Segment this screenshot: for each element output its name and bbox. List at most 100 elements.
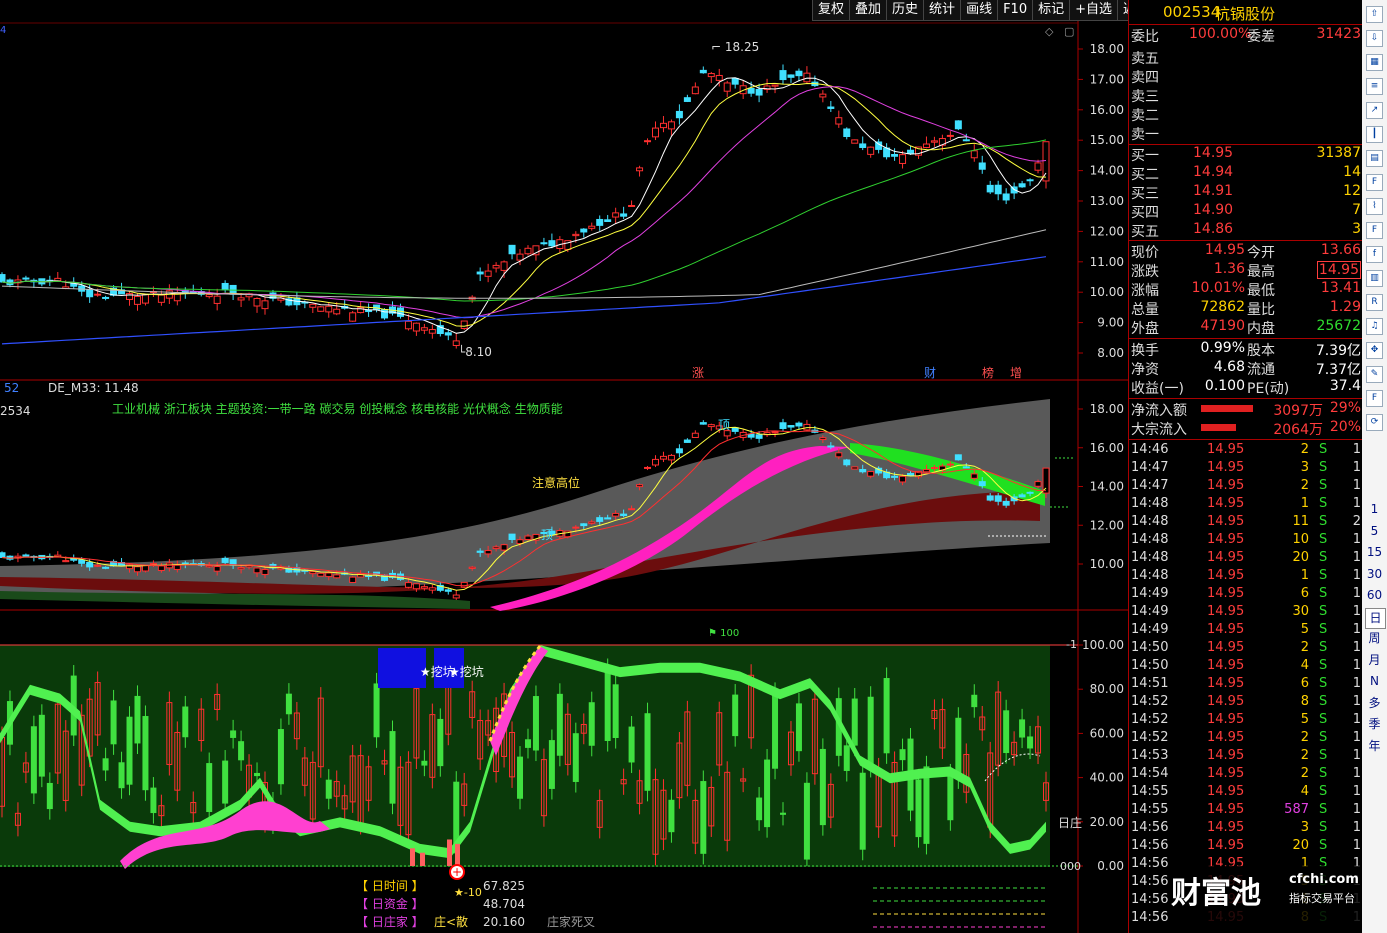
event-mark: 榜: [982, 365, 994, 380]
candle-body: [333, 308, 341, 315]
candle2-body: [867, 471, 875, 477]
toolbar-2-button[interactable]: 历史: [886, 0, 924, 21]
candle2-body: [412, 583, 420, 590]
chart-icon[interactable]: ⌇: [1366, 198, 1383, 215]
note-high-label: 注意高位: [532, 475, 580, 490]
tick-row: 14:48 14.95 1 S 1: [1129, 495, 1363, 513]
candle-body: [755, 88, 763, 96]
osc-body: [756, 797, 763, 821]
period-7-button[interactable]: 月: [1365, 651, 1384, 670]
tick-volume: 6: [1300, 586, 1309, 601]
period-0-button[interactable]: 1: [1365, 500, 1384, 519]
period-2-button[interactable]: 15: [1365, 543, 1384, 562]
bars-icon[interactable]: ▥: [1366, 270, 1383, 287]
tick-price: 14.95: [1207, 820, 1245, 835]
candle2-body: [349, 576, 357, 583]
period-9-button[interactable]: 多: [1365, 694, 1384, 713]
period-6-button[interactable]: 周: [1365, 629, 1384, 648]
osc-body: [947, 774, 954, 821]
candle2-body: [141, 565, 149, 572]
candle-body: [404, 320, 412, 330]
list-icon[interactable]: ≡: [1366, 78, 1383, 95]
indicator2-code: 2534: [0, 404, 31, 418]
osc-body: [1003, 710, 1010, 754]
f10-icon[interactable]: F: [1366, 174, 1383, 191]
tick-time: 14:48: [1131, 550, 1169, 565]
toolbar-3-button[interactable]: 统计: [923, 0, 961, 21]
tick-row: 14:48 14.95 11 S 2: [1129, 513, 1363, 531]
toolbar-1-button[interactable]: 叠加: [849, 0, 887, 21]
doc-icon[interactable]: ▤: [1366, 150, 1383, 167]
period-5-button[interactable]: 日: [1365, 607, 1386, 629]
bell-icon[interactable]: ♫: [1366, 318, 1383, 335]
period-4-button[interactable]: 60: [1365, 586, 1384, 605]
tick-count: 2: [1352, 514, 1361, 529]
toolbar-4-button[interactable]: 画线: [960, 0, 998, 21]
toolbar-6-button[interactable]: 标记: [1032, 0, 1070, 21]
y-axis-label: 0.00: [1097, 859, 1124, 873]
candle-body: [819, 93, 827, 98]
down-arrow-icon[interactable]: ⇩: [1366, 30, 1383, 47]
candle2-body: [452, 594, 460, 599]
small-bar: [447, 839, 452, 866]
toolbar-7-button[interactable]: +自选: [1069, 0, 1118, 21]
tick-count: 1: [1352, 784, 1361, 799]
line-chart-icon[interactable]: ↗: [1366, 102, 1383, 119]
flow-row: 大宗流入 2064万 20%: [1129, 419, 1363, 438]
candle-body: [771, 84, 779, 87]
fo-icon[interactable]: f: [1366, 246, 1383, 263]
candle2-body: [930, 467, 938, 470]
tick-row: 14:50 14.95 4 S 1: [1129, 657, 1363, 675]
weibi-value: 100.00%: [1189, 26, 1252, 42]
tick-side: S: [1319, 586, 1328, 601]
period-11-button[interactable]: 年: [1365, 737, 1384, 756]
stat-label: 涨跌: [1131, 264, 1159, 280]
period-1-button[interactable]: 5: [1365, 522, 1384, 541]
up-arrow-icon[interactable]: ⇧: [1366, 6, 1383, 23]
f5-icon[interactable]: F: [1366, 390, 1383, 407]
candle2-body: [827, 445, 835, 448]
price-pane[interactable]: [0, 21, 1078, 379]
tick-side: S: [1319, 676, 1328, 691]
candle-body: [651, 127, 659, 138]
top-label: 顶: [718, 418, 730, 432]
chart-area[interactable]: 4 ◇ ▢ 18.00 17.00 16.00 15.00 14.00 13.00 12.00 11…: [0, 21, 1128, 933]
tick-volume: 3: [1300, 820, 1309, 835]
period-3-button[interactable]: 30: [1365, 565, 1384, 584]
candle-icon[interactable]: ┃: [1366, 126, 1383, 143]
candle-body: [922, 143, 930, 149]
grid-icon[interactable]: ▦: [1366, 54, 1383, 71]
refresh-icon[interactable]: ⟳: [1366, 414, 1383, 431]
buy-price: 14.94: [1193, 164, 1234, 180]
period-8-button[interactable]: N: [1365, 672, 1384, 691]
flow-value: 3097万: [1273, 403, 1323, 419]
pencil-icon[interactable]: ✎: [1366, 366, 1383, 383]
move-icon[interactable]: ✥: [1366, 342, 1383, 359]
osc-body: [883, 678, 890, 754]
candle2-body: [835, 452, 843, 458]
tick-row: 14:47 14.95 3 S 1: [1129, 459, 1363, 477]
candle-body: [930, 140, 938, 143]
fiz-icon[interactable]: F: [1366, 222, 1383, 239]
chart-canvas[interactable]: 4 ◇ ▢ 18.00 17.00 16.00 15.00 14.00 13.00 12.00 11…: [0, 21, 1128, 933]
indicator3-top-tick: -1: [1066, 638, 1077, 651]
candle2-body: [500, 544, 508, 551]
candle2-body: [978, 481, 986, 487]
candle-body: [604, 219, 612, 222]
toolbar-5-button[interactable]: F10: [997, 0, 1033, 21]
tick-time: 14:49: [1131, 586, 1169, 601]
y-axis-label: 80.00: [1090, 682, 1124, 696]
tick-price: 14.95: [1207, 478, 1245, 493]
tick-side: S: [1319, 766, 1328, 781]
osc-body: [102, 758, 109, 771]
rsi-icon[interactable]: R: [1366, 294, 1383, 311]
toolbar-0-button[interactable]: 复权: [812, 0, 850, 21]
stat-value: 37.4: [1329, 378, 1361, 394]
tick-side: S: [1319, 496, 1328, 511]
watermark-sub: 指标交易平台: [1289, 892, 1355, 905]
buy-label: 买一: [1131, 148, 1159, 164]
osc-body: [126, 716, 133, 785]
indicator2-green-band: [0, 591, 470, 609]
period-10-button[interactable]: 季: [1365, 715, 1384, 734]
sell-label: 卖四: [1131, 70, 1159, 86]
